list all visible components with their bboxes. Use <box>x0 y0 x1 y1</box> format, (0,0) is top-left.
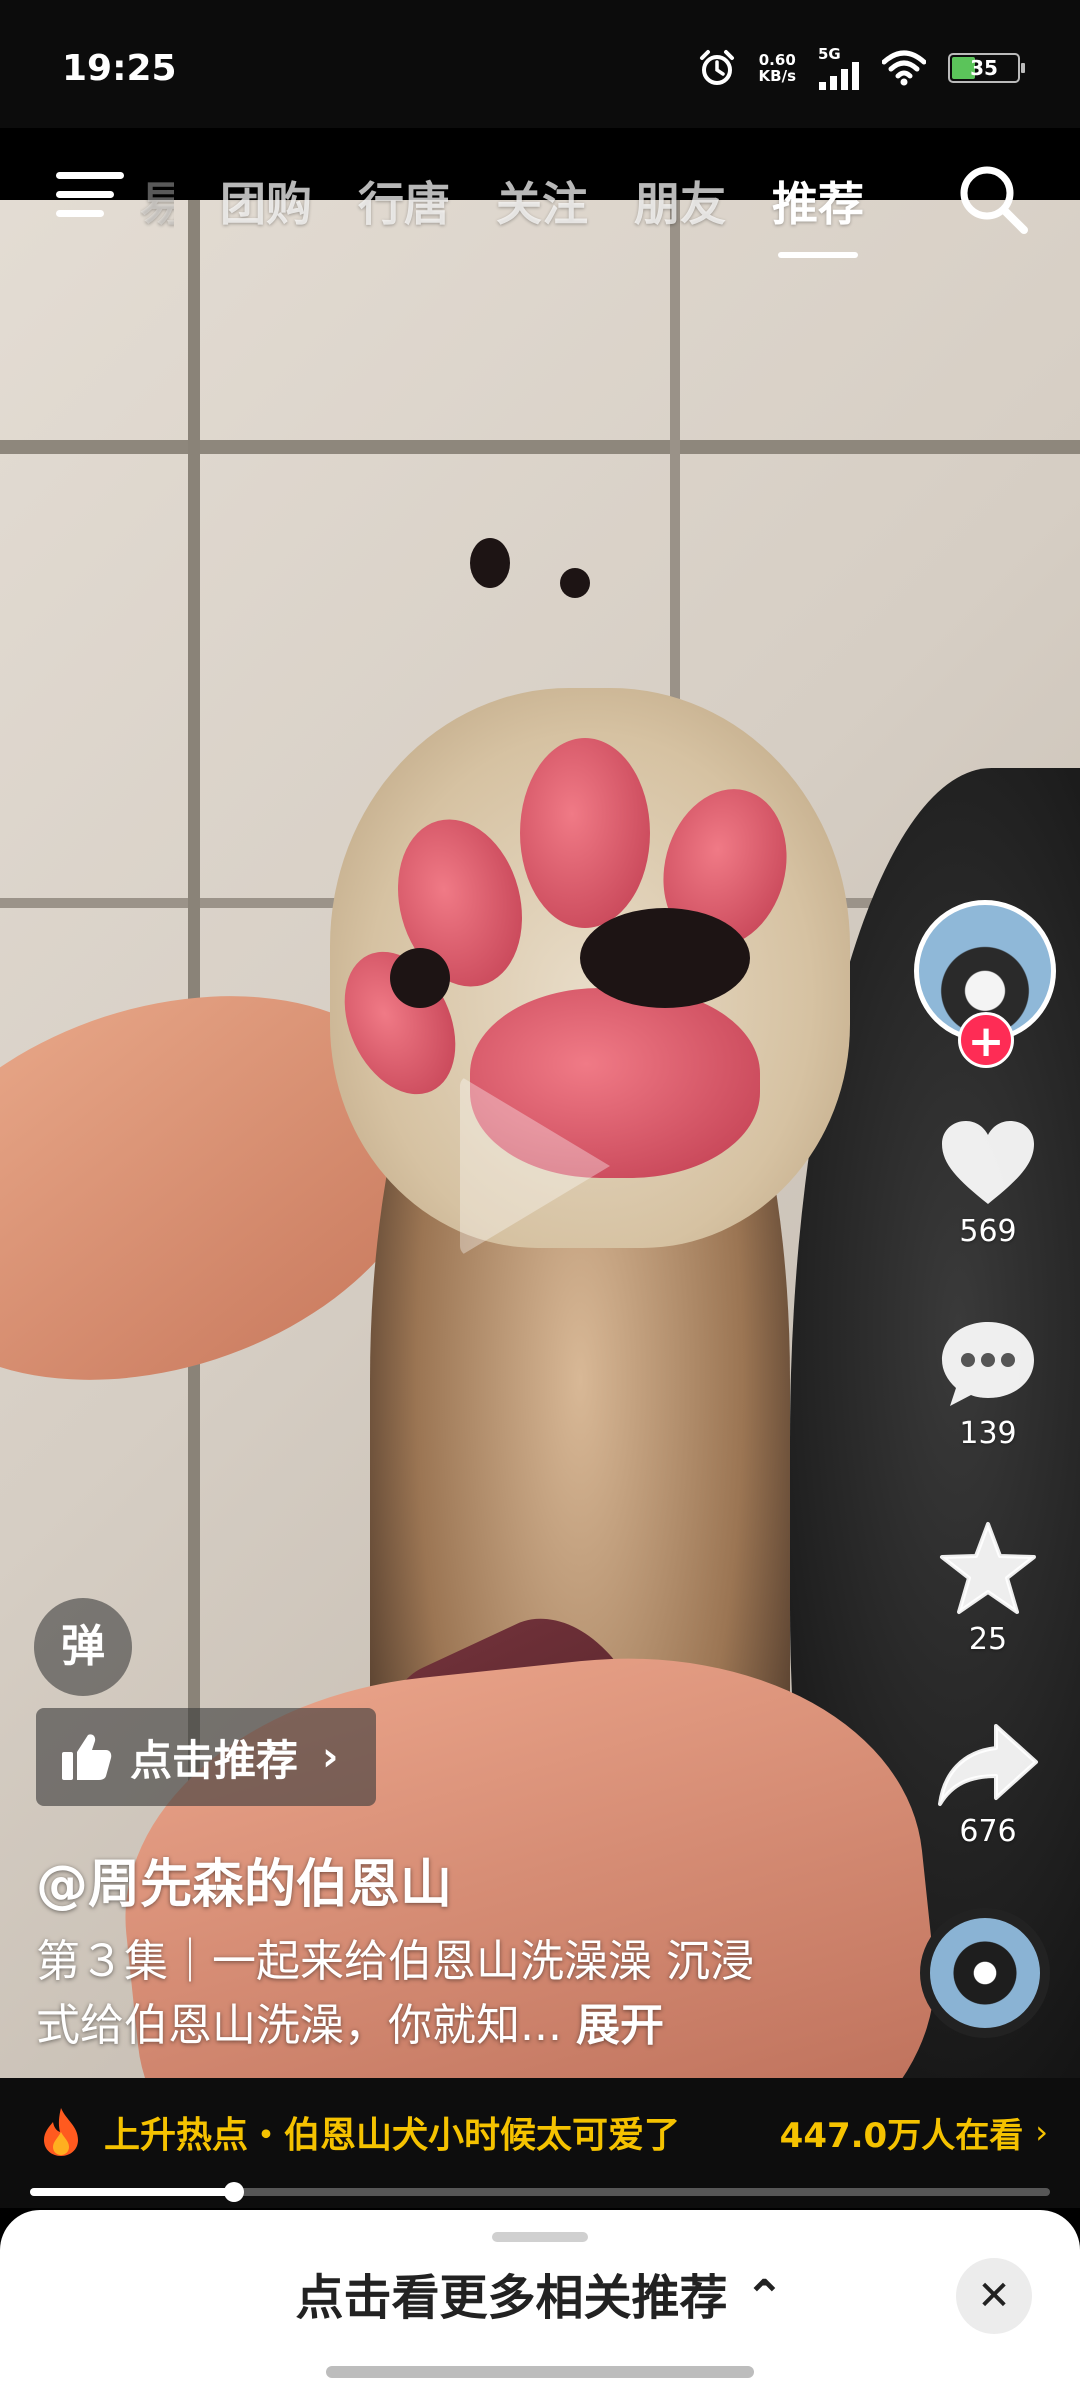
favorite-button[interactable]: 25 <box>920 1520 1056 1657</box>
tab-group-buy[interactable]: 团购 <box>220 168 312 234</box>
alarm-icon <box>699 50 734 85</box>
danmu-button[interactable]: 弹 <box>34 1598 132 1696</box>
recommend-label: 点击推荐 <box>130 1735 299 1785</box>
chevron-right-icon: › <box>1035 2113 1048 2151</box>
net-speed: 0.60 KB/s <box>759 52 796 84</box>
nav-tabs: 易 团购 行唐 关注 朋友 推荐 <box>140 168 910 258</box>
status-bar: 19:25 0.60 KB/s 5G 35 <box>0 0 1080 128</box>
comment-icon <box>942 1322 1034 1406</box>
recommend-button[interactable]: 点击推荐 › <box>36 1708 376 1806</box>
hot-topic-text: 上升热点・伯恩山犬小时候太可爱了 <box>104 2115 681 2156</box>
share-count: 676 <box>959 1814 1017 1849</box>
close-button[interactable]: ✕ <box>956 2258 1032 2334</box>
follow-button[interactable]: + <box>958 1012 1014 1068</box>
sheet-handle[interactable] <box>492 2232 588 2242</box>
signal-icon <box>819 61 859 90</box>
paw-spot <box>470 538 510 588</box>
menu-icon[interactable] <box>56 172 124 224</box>
star-icon <box>940 1522 1036 1614</box>
tab-cut-off[interactable]: 易 <box>140 168 174 234</box>
comment-count: 139 <box>959 1416 1017 1451</box>
cellular: 5G <box>818 44 860 90</box>
share-icon <box>938 1724 1038 1806</box>
like-count: 569 <box>959 1214 1017 1249</box>
paw-spot <box>560 568 590 598</box>
status-time: 19:25 <box>62 48 177 89</box>
net-speed-unit: KB/s <box>758 67 796 85</box>
thumbs-up-icon <box>62 1734 112 1780</box>
sheet-title[interactable]: 点击看更多相关推荐 ⌃ <box>0 2258 1080 2328</box>
status-icons: 0.60 KB/s 5G 35 <box>697 40 1025 96</box>
progress-fill <box>30 2188 234 2196</box>
net-speed-value: 0.60 <box>758 51 796 69</box>
paw-spot <box>580 908 750 1008</box>
search-icon[interactable] <box>956 162 1030 236</box>
progress-knob[interactable] <box>224 2182 244 2202</box>
favorite-count: 25 <box>968 1622 1008 1657</box>
hot-topic-viewers: 447.0万人在看 <box>779 2115 1024 2156</box>
expand-link[interactable]: 展开 <box>576 2000 664 2051</box>
battery-level: 35 <box>970 56 998 80</box>
tab-following[interactable]: 关注 <box>496 168 588 234</box>
hot-topic-row: 上升热点・伯恩山犬小时候太可爱了 447.0万人在看 › <box>38 2106 1048 2158</box>
chevron-right-icon: › <box>322 1734 339 1780</box>
fire-icon <box>44 2108 78 2156</box>
tab-local[interactable]: 行唐 <box>358 168 450 234</box>
paw-spot <box>390 948 450 1008</box>
play-icon[interactable] <box>460 1076 610 1256</box>
share-button[interactable]: 676 <box>920 1722 1056 1849</box>
tab-recommend[interactable]: 推荐 <box>772 168 864 258</box>
music-disc[interactable] <box>920 1908 1050 2038</box>
like-button[interactable]: 569 <box>920 1118 1056 1249</box>
top-nav: 易 团购 行唐 关注 朋友 推荐 <box>0 128 1080 258</box>
author-name[interactable]: @周先森的伯恩山 <box>36 1842 452 1917</box>
video-description[interactable]: 第３集｜一起来给伯恩山洗澡澡 沉浸式给伯恩山洗澡，你就知... 展开 <box>36 1930 796 2058</box>
paw-pad <box>520 738 650 928</box>
wifi-icon <box>882 50 926 86</box>
comment-button[interactable]: 139 <box>920 1318 1056 1451</box>
home-indicator <box>326 2366 754 2378</box>
related-recommend-sheet[interactable]: 点击看更多相关推荐 ⌃ ✕ <box>0 2210 1080 2400</box>
heart-icon <box>942 1121 1034 1204</box>
video-progress-bar[interactable] <box>30 2182 1050 2202</box>
network-type: 5G <box>818 44 841 63</box>
tab-friends[interactable]: 朋友 <box>634 168 726 234</box>
battery-icon: 35 <box>948 53 1025 83</box>
